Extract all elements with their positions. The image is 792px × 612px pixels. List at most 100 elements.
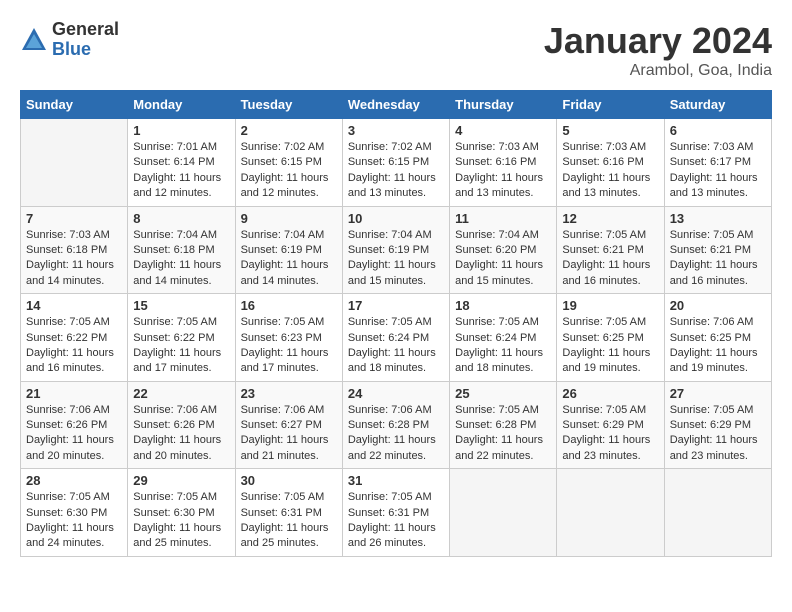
sunset-label: Sunset: 6:28 PM bbox=[348, 419, 429, 431]
calendar-cell: 29 Sunrise: 7:05 AM Sunset: 6:30 PM Dayl… bbox=[128, 469, 235, 557]
sunrise-label: Sunrise: 7:05 AM bbox=[455, 404, 539, 416]
page-header: General Blue January 2024 Arambol, Goa, … bbox=[20, 20, 772, 80]
daylight-label: Daylight: 11 hours and 14 minutes. bbox=[26, 259, 114, 286]
weekday-header-row: SundayMondayTuesdayWednesdayThursdayFrid… bbox=[21, 91, 772, 119]
sunset-label: Sunset: 6:20 PM bbox=[455, 244, 536, 256]
sunset-label: Sunset: 6:25 PM bbox=[670, 332, 751, 344]
daylight-label: Daylight: 11 hours and 14 minutes. bbox=[241, 259, 329, 286]
sunset-label: Sunset: 6:28 PM bbox=[455, 419, 536, 431]
sunrise-label: Sunrise: 7:05 AM bbox=[455, 316, 539, 328]
day-info: Sunrise: 7:06 AM Sunset: 6:25 PM Dayligh… bbox=[670, 315, 766, 377]
daylight-label: Daylight: 11 hours and 23 minutes. bbox=[562, 434, 650, 461]
calendar-cell: 11 Sunrise: 7:04 AM Sunset: 6:20 PM Dayl… bbox=[450, 206, 557, 294]
calendar-cell: 5 Sunrise: 7:03 AM Sunset: 6:16 PM Dayli… bbox=[557, 119, 664, 207]
month-title: January 2024 bbox=[544, 20, 772, 62]
day-info: Sunrise: 7:05 AM Sunset: 6:21 PM Dayligh… bbox=[562, 228, 658, 290]
sunset-label: Sunset: 6:15 PM bbox=[241, 156, 322, 168]
sunset-label: Sunset: 6:16 PM bbox=[455, 156, 536, 168]
day-number: 23 bbox=[241, 386, 337, 401]
calendar-cell: 18 Sunrise: 7:05 AM Sunset: 6:24 PM Dayl… bbox=[450, 294, 557, 382]
logo-blue-text: Blue bbox=[52, 40, 119, 60]
sunset-label: Sunset: 6:15 PM bbox=[348, 156, 429, 168]
calendar-cell: 21 Sunrise: 7:06 AM Sunset: 6:26 PM Dayl… bbox=[21, 381, 128, 469]
daylight-label: Daylight: 11 hours and 26 minutes. bbox=[348, 522, 436, 549]
day-number: 20 bbox=[670, 298, 766, 313]
day-info: Sunrise: 7:05 AM Sunset: 6:22 PM Dayligh… bbox=[26, 315, 122, 377]
day-number: 28 bbox=[26, 473, 122, 488]
calendar-week-row: 1 Sunrise: 7:01 AM Sunset: 6:14 PM Dayli… bbox=[21, 119, 772, 207]
day-number: 9 bbox=[241, 211, 337, 226]
daylight-label: Daylight: 11 hours and 25 minutes. bbox=[241, 522, 329, 549]
sunset-label: Sunset: 6:21 PM bbox=[670, 244, 751, 256]
day-number: 21 bbox=[26, 386, 122, 401]
sunset-label: Sunset: 6:19 PM bbox=[241, 244, 322, 256]
sunset-label: Sunset: 6:31 PM bbox=[348, 507, 429, 519]
daylight-label: Daylight: 11 hours and 14 minutes. bbox=[133, 259, 221, 286]
day-info: Sunrise: 7:05 AM Sunset: 6:21 PM Dayligh… bbox=[670, 228, 766, 290]
sunset-label: Sunset: 6:26 PM bbox=[26, 419, 107, 431]
day-info: Sunrise: 7:05 AM Sunset: 6:22 PM Dayligh… bbox=[133, 315, 229, 377]
sunset-label: Sunset: 6:23 PM bbox=[241, 332, 322, 344]
daylight-label: Daylight: 11 hours and 16 minutes. bbox=[26, 347, 114, 374]
daylight-label: Daylight: 11 hours and 19 minutes. bbox=[562, 347, 650, 374]
sunset-label: Sunset: 6:17 PM bbox=[670, 156, 751, 168]
day-number: 8 bbox=[133, 211, 229, 226]
day-number: 5 bbox=[562, 123, 658, 138]
day-info: Sunrise: 7:05 AM Sunset: 6:30 PM Dayligh… bbox=[26, 490, 122, 552]
day-info: Sunrise: 7:05 AM Sunset: 6:25 PM Dayligh… bbox=[562, 315, 658, 377]
day-info: Sunrise: 7:04 AM Sunset: 6:18 PM Dayligh… bbox=[133, 228, 229, 290]
logo-text: General Blue bbox=[52, 20, 119, 60]
daylight-label: Daylight: 11 hours and 20 minutes. bbox=[26, 434, 114, 461]
daylight-label: Daylight: 11 hours and 20 minutes. bbox=[133, 434, 221, 461]
daylight-label: Daylight: 11 hours and 13 minutes. bbox=[455, 172, 543, 199]
calendar-week-row: 14 Sunrise: 7:05 AM Sunset: 6:22 PM Dayl… bbox=[21, 294, 772, 382]
day-number: 16 bbox=[241, 298, 337, 313]
weekday-header: Friday bbox=[557, 91, 664, 119]
sunrise-label: Sunrise: 7:06 AM bbox=[241, 404, 325, 416]
calendar-week-row: 28 Sunrise: 7:05 AM Sunset: 6:30 PM Dayl… bbox=[21, 469, 772, 557]
sunset-label: Sunset: 6:22 PM bbox=[133, 332, 214, 344]
title-block: January 2024 Arambol, Goa, India bbox=[544, 20, 772, 80]
day-info: Sunrise: 7:05 AM Sunset: 6:28 PM Dayligh… bbox=[455, 403, 551, 465]
sunrise-label: Sunrise: 7:02 AM bbox=[241, 141, 325, 153]
sunset-label: Sunset: 6:29 PM bbox=[562, 419, 643, 431]
calendar-cell: 28 Sunrise: 7:05 AM Sunset: 6:30 PM Dayl… bbox=[21, 469, 128, 557]
daylight-label: Daylight: 11 hours and 16 minutes. bbox=[562, 259, 650, 286]
day-info: Sunrise: 7:03 AM Sunset: 6:16 PM Dayligh… bbox=[455, 140, 551, 202]
day-number: 26 bbox=[562, 386, 658, 401]
day-info: Sunrise: 7:06 AM Sunset: 6:26 PM Dayligh… bbox=[26, 403, 122, 465]
calendar-cell: 27 Sunrise: 7:05 AM Sunset: 6:29 PM Dayl… bbox=[664, 381, 771, 469]
day-number: 4 bbox=[455, 123, 551, 138]
day-info: Sunrise: 7:05 AM Sunset: 6:24 PM Dayligh… bbox=[348, 315, 444, 377]
day-number: 11 bbox=[455, 211, 551, 226]
calendar-cell: 7 Sunrise: 7:03 AM Sunset: 6:18 PM Dayli… bbox=[21, 206, 128, 294]
logo: General Blue bbox=[20, 20, 119, 60]
day-number: 10 bbox=[348, 211, 444, 226]
day-number: 19 bbox=[562, 298, 658, 313]
sunrise-label: Sunrise: 7:04 AM bbox=[455, 229, 539, 241]
sunset-label: Sunset: 6:26 PM bbox=[133, 419, 214, 431]
day-number: 15 bbox=[133, 298, 229, 313]
sunrise-label: Sunrise: 7:05 AM bbox=[562, 316, 646, 328]
day-number: 27 bbox=[670, 386, 766, 401]
day-info: Sunrise: 7:05 AM Sunset: 6:31 PM Dayligh… bbox=[348, 490, 444, 552]
calendar-cell: 1 Sunrise: 7:01 AM Sunset: 6:14 PM Dayli… bbox=[128, 119, 235, 207]
day-info: Sunrise: 7:04 AM Sunset: 6:19 PM Dayligh… bbox=[241, 228, 337, 290]
calendar-cell bbox=[450, 469, 557, 557]
sunrise-label: Sunrise: 7:05 AM bbox=[348, 491, 432, 503]
day-info: Sunrise: 7:06 AM Sunset: 6:28 PM Dayligh… bbox=[348, 403, 444, 465]
calendar-cell: 31 Sunrise: 7:05 AM Sunset: 6:31 PM Dayl… bbox=[342, 469, 449, 557]
daylight-label: Daylight: 11 hours and 15 minutes. bbox=[348, 259, 436, 286]
day-info: Sunrise: 7:05 AM Sunset: 6:29 PM Dayligh… bbox=[562, 403, 658, 465]
sunset-label: Sunset: 6:18 PM bbox=[133, 244, 214, 256]
calendar-cell bbox=[664, 469, 771, 557]
day-number: 3 bbox=[348, 123, 444, 138]
calendar-cell: 12 Sunrise: 7:05 AM Sunset: 6:21 PM Dayl… bbox=[557, 206, 664, 294]
sunset-label: Sunset: 6:24 PM bbox=[455, 332, 536, 344]
sunrise-label: Sunrise: 7:05 AM bbox=[241, 316, 325, 328]
sunrise-label: Sunrise: 7:05 AM bbox=[562, 229, 646, 241]
daylight-label: Daylight: 11 hours and 24 minutes. bbox=[26, 522, 114, 549]
calendar-cell: 16 Sunrise: 7:05 AM Sunset: 6:23 PM Dayl… bbox=[235, 294, 342, 382]
calendar-table: SundayMondayTuesdayWednesdayThursdayFrid… bbox=[20, 90, 772, 557]
calendar-cell: 19 Sunrise: 7:05 AM Sunset: 6:25 PM Dayl… bbox=[557, 294, 664, 382]
